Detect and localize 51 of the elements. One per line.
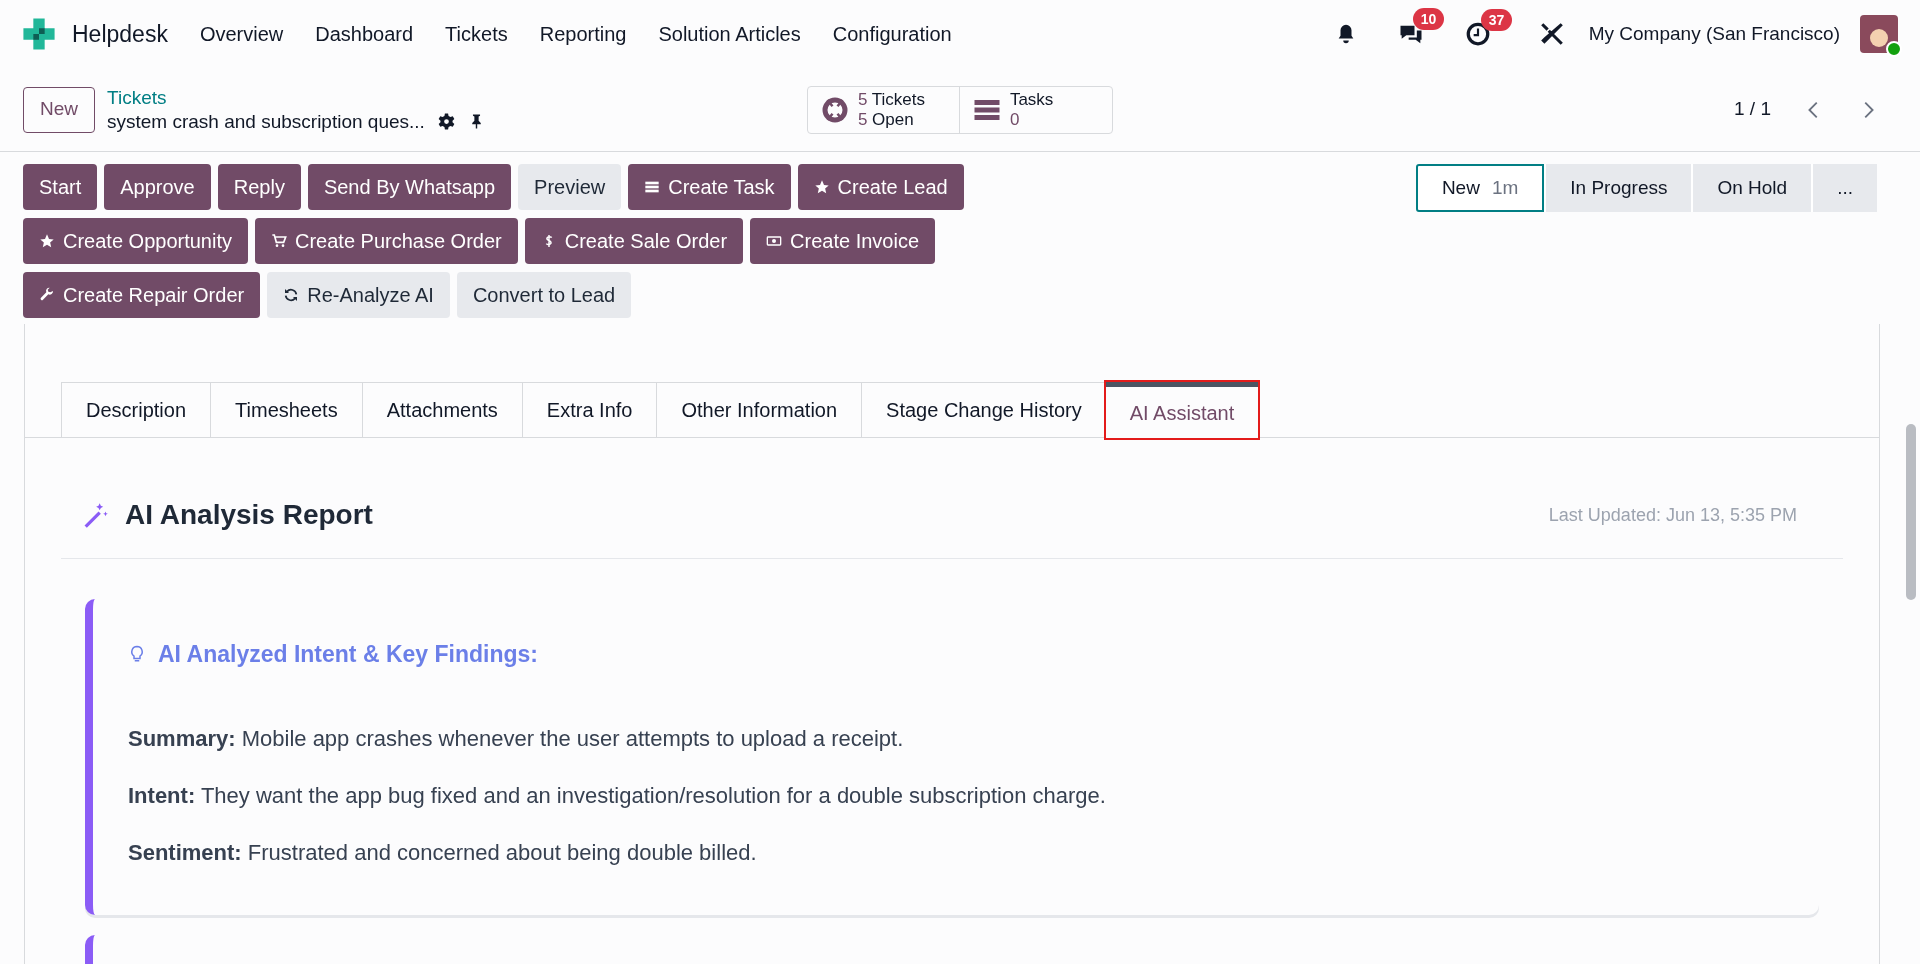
- finding-text: Sentiment: Frustrated and concerned about being double billed.: [128, 838, 758, 867]
- action-button[interactable]: Reply: [217, 164, 301, 210]
- smart-button-value: 0: [1009, 109, 1021, 130]
- tab[interactable]: Attachments: [361, 382, 522, 438]
- action-button[interactable]: Send By Whatsapp: [307, 164, 512, 210]
- tab[interactable]: AI Assistant: [1105, 382, 1259, 438]
- menu-item[interactable]: Configuration: [832, 19, 952, 49]
- finding-text: Intent: They want the app bug fixed and an investigation/resolution for a double subscription charge.: [128, 781, 1107, 810]
- new-button[interactable]: New: [23, 86, 95, 133]
- record-title: system crash and subscription ques...: [107, 109, 425, 134]
- action-button[interactable]: Convert to Lead: [456, 272, 632, 318]
- tab[interactable]: Timesheets: [210, 382, 362, 438]
- activity-count: 37: [1480, 9, 1513, 31]
- action-button[interactable]: Create Sale Order: [524, 218, 744, 264]
- smart-button[interactable]: Tasks 0: [959, 86, 1112, 133]
- app-name[interactable]: Helpdesk: [72, 16, 168, 52]
- action-button[interactable]: Start: [23, 164, 98, 210]
- smart-button-text: 5 Tickets: [857, 89, 925, 110]
- company-name[interactable]: My Company (San Francisco): [1588, 19, 1840, 49]
- card-heading: AI Analyzed Intent & Key Findings:: [158, 640, 538, 669]
- action-button[interactable]: Preview: [518, 164, 622, 210]
- tab[interactable]: Extra Info: [521, 382, 657, 438]
- tab[interactable]: Description: [61, 382, 211, 438]
- report-title: AI Analysis Report: [125, 498, 373, 532]
- stage-step[interactable]: In Progress: [1544, 164, 1692, 212]
- action-button[interactable]: Create Invoice: [750, 218, 935, 264]
- tab[interactable]: Other Information: [656, 382, 862, 438]
- smart-button[interactable]: 5 Tickets 5 Open: [807, 86, 960, 133]
- smart-button-label: Tasks: [1009, 89, 1054, 110]
- last-updated: Last Updated: Jun 13, 5:35 PM: [1548, 503, 1797, 527]
- action-button[interactable]: Create Purchase Order: [255, 218, 518, 264]
- stage-step[interactable]: ...: [1811, 164, 1877, 212]
- action-button[interactable]: Approve: [104, 164, 211, 210]
- tab[interactable]: Stage Change History: [861, 382, 1106, 438]
- menu-item[interactable]: Overview: [199, 19, 284, 49]
- pager-value: 1 / 1: [1734, 97, 1771, 122]
- smart-button-text: 5 Open: [857, 109, 915, 130]
- action-button[interactable]: Create Repair Order: [23, 272, 261, 318]
- breadcrumb-link[interactable]: Tickets: [107, 85, 485, 110]
- stage-step[interactable]: New 1m: [1415, 164, 1545, 212]
- action-button[interactable]: Create Opportunity: [23, 218, 248, 264]
- message-count: 10: [1412, 8, 1445, 30]
- stage-step[interactable]: On Hold: [1691, 164, 1812, 212]
- menu-item[interactable]: Reporting: [539, 19, 627, 49]
- menu-item[interactable]: Tickets: [445, 19, 508, 49]
- finding-text: Summary: Mobile app crashes whenever the user attempts to upload a receipt.: [128, 724, 905, 753]
- action-button[interactable]: Re-Analyze AI: [267, 272, 450, 318]
- menu-item[interactable]: Dashboard: [315, 19, 414, 49]
- menu-item[interactable]: Solution Articles: [658, 19, 801, 49]
- action-button[interactable]: Create Lead: [797, 164, 964, 210]
- action-button[interactable]: Create Task: [628, 164, 791, 210]
